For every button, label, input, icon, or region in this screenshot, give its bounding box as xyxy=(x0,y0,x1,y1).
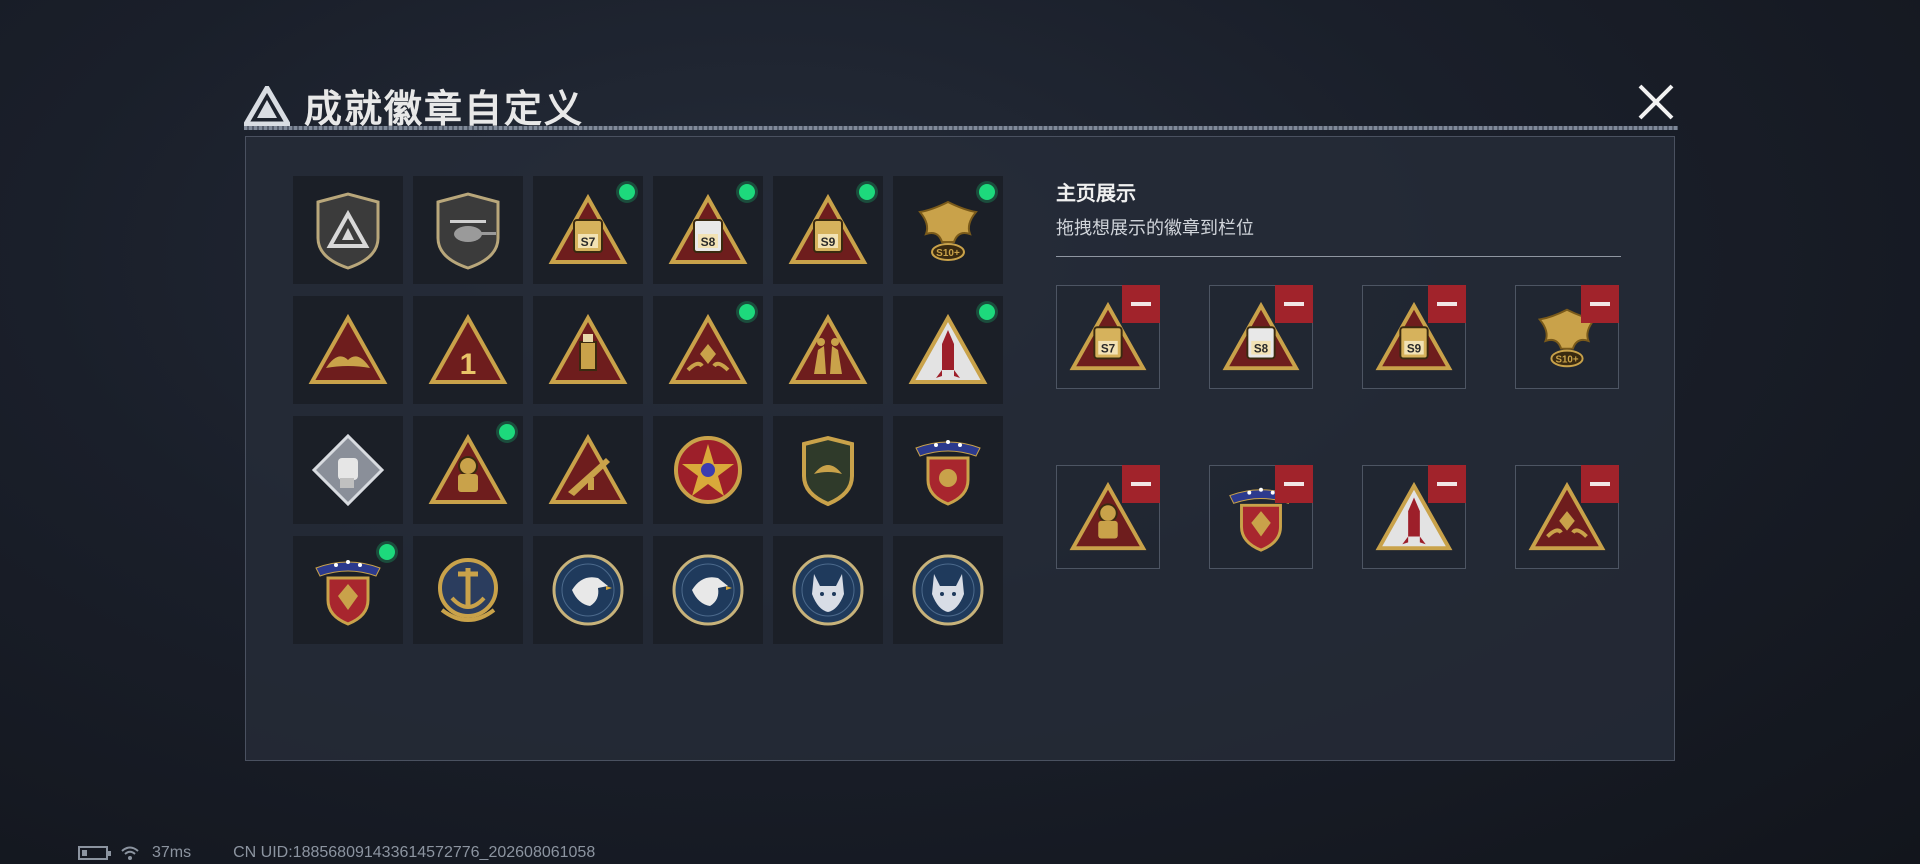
badge-cell[interactable] xyxy=(893,416,1003,524)
new-indicator-dot xyxy=(979,304,995,320)
display-slot[interactable] xyxy=(1515,465,1619,569)
badge-cell[interactable] xyxy=(293,416,403,524)
badge-cell[interactable] xyxy=(413,176,523,284)
badge-cell[interactable] xyxy=(773,416,883,524)
remove-icon[interactable] xyxy=(1122,465,1160,503)
svg-text:S7: S7 xyxy=(581,235,596,249)
remove-icon[interactable] xyxy=(1122,285,1160,323)
display-slot[interactable] xyxy=(1362,465,1466,569)
helicopter-shield-badge-icon xyxy=(436,192,500,270)
eagle-coin-badge-icon xyxy=(672,554,744,626)
badge-cell[interactable]: S7 xyxy=(533,176,643,284)
badge-cell[interactable] xyxy=(533,416,643,524)
badge-panel: S7 S8 S9 S10+ 1 主页展示 拖拽想展示的徽章到栏位 S7 S8 S9 S10+ xyxy=(245,136,1675,761)
star-medal-badge-icon xyxy=(674,436,742,504)
display-slot[interactable]: S10+ xyxy=(1515,285,1619,389)
badge-grid: S7 S8 S9 S10+ 1 xyxy=(293,176,1003,644)
badge-cell[interactable] xyxy=(413,536,523,644)
new-indicator-dot xyxy=(499,424,515,440)
dialog-header: 成就徽章自定义 xyxy=(244,76,1678,134)
soldiers-badge-icon xyxy=(788,313,868,384)
s8-badge-icon: S8 xyxy=(668,193,748,264)
badge-cell[interactable]: S8 xyxy=(653,176,763,284)
new-indicator-dot xyxy=(619,184,635,200)
remove-icon[interactable] xyxy=(1275,285,1313,323)
svg-text:S8: S8 xyxy=(1254,343,1269,356)
banner-gem-shield-badge-icon xyxy=(315,560,381,626)
remove-icon[interactable] xyxy=(1428,285,1466,323)
badge-cell[interactable] xyxy=(773,536,883,644)
badge-cell[interactable] xyxy=(533,296,643,404)
number-one-badge-icon: 1 xyxy=(428,313,508,384)
ping-text: 37ms xyxy=(152,844,192,861)
badge-cell[interactable] xyxy=(293,296,403,404)
badge-cell[interactable] xyxy=(653,536,763,644)
title-divider xyxy=(244,126,1678,130)
badge-cell[interactable]: 1 xyxy=(413,296,523,404)
badge-cell[interactable] xyxy=(533,536,643,644)
remove-icon[interactable] xyxy=(1581,285,1619,323)
badge-cell[interactable] xyxy=(293,176,403,284)
svg-text:S10+: S10+ xyxy=(1555,354,1578,365)
svg-text:S7: S7 xyxy=(1101,343,1115,356)
display-slot[interactable]: S8 xyxy=(1209,285,1313,389)
uid-text: CN UID:18856809143361457277​6_2026080610… xyxy=(233,844,596,861)
wing-shield-badge-icon xyxy=(802,435,854,507)
svg-text:S10+: S10+ xyxy=(936,248,960,259)
remove-icon[interactable] xyxy=(1428,465,1466,503)
s7-badge-icon: S7 xyxy=(548,193,628,264)
eagle-coin-badge-icon xyxy=(552,554,624,626)
badge-cell[interactable] xyxy=(773,296,883,404)
section-title: 主页展示 xyxy=(1056,183,1136,205)
svg-text:S8: S8 xyxy=(701,235,716,249)
new-indicator-dot xyxy=(979,184,995,200)
svg-text:S9: S9 xyxy=(821,235,836,249)
new-indicator-dot xyxy=(739,184,755,200)
display-slot[interactable] xyxy=(1056,465,1160,569)
badge-cell[interactable] xyxy=(293,536,403,644)
fist-diamond-badge-icon xyxy=(311,433,385,507)
page-title: 成就徽章自定义 xyxy=(304,89,585,131)
rocket-badge-icon xyxy=(908,313,988,384)
new-indicator-dot xyxy=(379,544,395,560)
display-slot[interactable]: S7 xyxy=(1056,285,1160,389)
wolf-coin-badge-icon xyxy=(792,554,864,626)
display-slots: S7 S8 S9 S10+ xyxy=(1056,285,1619,569)
anchor-wreath-badge-icon xyxy=(438,558,498,622)
section-divider xyxy=(1056,256,1621,257)
badge-cell[interactable] xyxy=(653,296,763,404)
badge-cell[interactable] xyxy=(653,416,763,524)
title-group: 成就徽章自定义 xyxy=(244,78,584,133)
wifi-icon xyxy=(121,846,139,860)
close-icon[interactable] xyxy=(1634,80,1678,124)
banner-shield-badge-icon xyxy=(915,440,981,506)
remove-icon[interactable] xyxy=(1581,465,1619,503)
badge-cell[interactable]: S10+ xyxy=(893,176,1003,284)
shield-logo-badge-icon xyxy=(316,192,380,270)
eagle-s10-badge-icon: S10+ xyxy=(918,200,978,261)
s9-badge-icon: S9 xyxy=(788,193,868,264)
rifle-badge-icon xyxy=(548,433,628,504)
section-subtitle: 拖拽想展示的徽章到栏位 xyxy=(1056,218,1254,238)
diver-badge-icon xyxy=(428,433,508,504)
badge-cell[interactable]: S9 xyxy=(773,176,883,284)
new-indicator-dot xyxy=(859,184,875,200)
hands-gem-badge-icon xyxy=(668,313,748,384)
wolf-coin-badge-icon xyxy=(912,554,984,626)
wings-triangle-badge-icon xyxy=(308,313,388,384)
status-bar: 37ms CN UID:18856809143361457277​6_20260… xyxy=(78,844,595,862)
battery-icon xyxy=(78,846,111,860)
homepage-display-section: 主页展示 拖拽想展示的徽章到栏位 xyxy=(1056,177,1621,257)
badge-cell[interactable] xyxy=(893,296,1003,404)
usb-drive-badge-icon xyxy=(548,313,628,384)
remove-icon[interactable] xyxy=(1275,465,1313,503)
svg-text:S9: S9 xyxy=(1407,343,1422,356)
badge-cell[interactable] xyxy=(413,416,523,524)
svg-text:1: 1 xyxy=(460,348,477,381)
game-logo-icon xyxy=(244,85,290,126)
new-indicator-dot xyxy=(739,304,755,320)
display-slot[interactable] xyxy=(1209,465,1313,569)
badge-cell[interactable] xyxy=(893,536,1003,644)
display-slot[interactable]: S9 xyxy=(1362,285,1466,389)
